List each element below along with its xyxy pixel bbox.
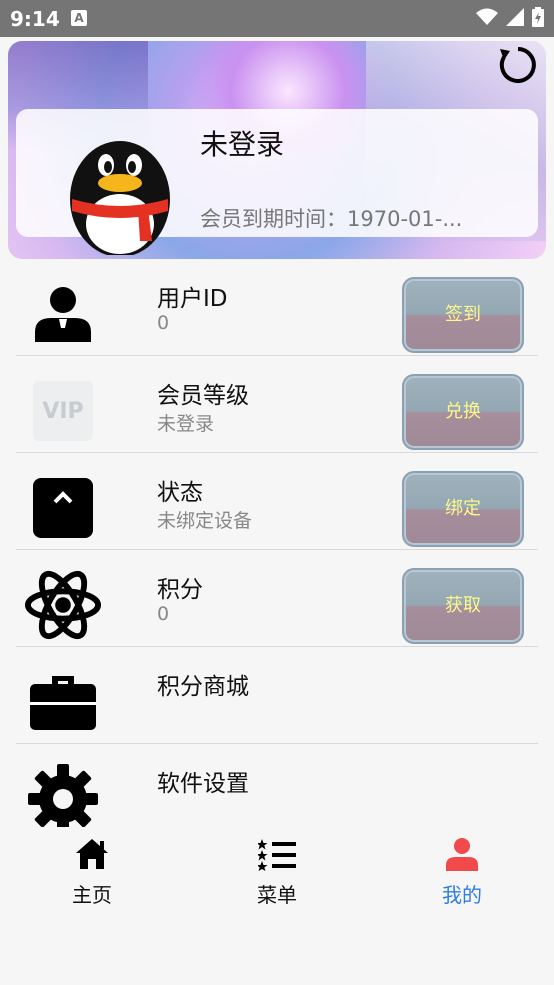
row-value: 0 xyxy=(157,603,170,625)
bind-button[interactable]: 绑定 xyxy=(402,471,524,547)
row-title: 状态 xyxy=(157,480,203,506)
atom-icon xyxy=(24,570,102,640)
redeem-button[interactable]: 兑换 xyxy=(402,374,524,450)
toolbox-icon xyxy=(24,669,102,735)
list-item-points-mall[interactable]: 积分商城 xyxy=(16,647,538,744)
tab-label: 主页 xyxy=(72,883,112,907)
gear-icon xyxy=(24,764,102,834)
status-time: 9:14 xyxy=(10,7,60,31)
bottom-tab-bar: 主页 菜单 我的 xyxy=(0,827,554,917)
membership-expiry: 会员到期时间：1970-01-... xyxy=(200,207,463,231)
row-title: 会员等级 xyxy=(157,383,249,409)
profile-name: 未登录 xyxy=(200,128,285,161)
settings-list: 用户ID 0 签到 VIP 会员等级 未登录 兑换 状态 未绑定设备 绑定 积分 xyxy=(16,259,538,841)
list-icon xyxy=(256,839,296,871)
person-icon xyxy=(446,838,478,871)
row-title: 积分 xyxy=(157,577,203,603)
list-item-status[interactable]: 状态 未绑定设备 绑定 xyxy=(16,453,538,550)
row-value: 未登录 xyxy=(157,413,215,435)
profile-page: 未登录 会员到期时间：1970-01-... 用户ID 0 签到 VIP 会员等… xyxy=(0,37,554,985)
signal-icon xyxy=(506,8,524,26)
list-item-membership[interactable]: VIP 会员等级 未登录 兑换 xyxy=(16,356,538,453)
qq-penguin-avatar-icon[interactable] xyxy=(60,129,180,255)
get-points-button[interactable]: 获取 xyxy=(402,568,524,644)
row-value: 0 xyxy=(157,312,170,334)
tab-mine[interactable]: 我的 xyxy=(392,837,532,908)
vip-badge: VIP xyxy=(33,381,93,441)
tab-menu[interactable]: 菜单 xyxy=(207,837,347,908)
notification-a-icon: A xyxy=(71,10,87,26)
refresh-icon[interactable] xyxy=(496,43,540,87)
row-title: 软件设置 xyxy=(157,771,249,797)
caret-up-box-icon xyxy=(24,475,102,541)
status-bar: 9:14 A xyxy=(0,0,554,37)
row-value: 未绑定设备 xyxy=(157,510,253,532)
row-title: 积分商城 xyxy=(157,674,249,700)
battery-icon xyxy=(532,7,544,27)
list-item-user-id[interactable]: 用户ID 0 签到 xyxy=(16,259,538,356)
tab-label: 我的 xyxy=(442,883,482,907)
wifi-icon xyxy=(476,8,498,25)
status-icons xyxy=(476,7,544,27)
vip-icon: VIP xyxy=(24,378,102,444)
checkin-button[interactable]: 签到 xyxy=(402,277,524,353)
tab-label: 菜单 xyxy=(257,883,297,907)
list-item-points[interactable]: 积分 0 获取 xyxy=(16,550,538,647)
home-icon xyxy=(76,839,108,869)
tab-home[interactable]: 主页 xyxy=(22,837,162,908)
user-icon xyxy=(24,281,102,347)
row-title: 用户ID xyxy=(157,286,228,312)
